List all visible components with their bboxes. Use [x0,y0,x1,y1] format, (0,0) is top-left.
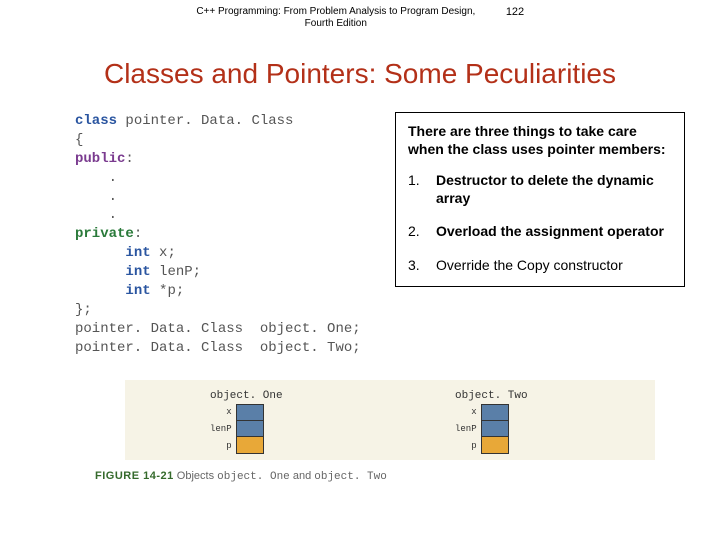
callout-list: 1. Destructor to delete the dynamic arra… [408,172,672,274]
callout-num-3: 3. [408,257,430,275]
object-diagram: object. One x lenP p object. Two x [125,380,655,460]
cell-p [237,437,263,453]
keyword-private: private [75,226,134,242]
brace-open: { [75,132,83,148]
code-dot: . [75,170,117,186]
decl-p: *p; [151,283,185,299]
cell-lenp [482,421,508,437]
keyword-int: int [125,283,150,299]
cell-x [482,405,508,421]
fields-wrap: x lenP p [455,404,528,455]
figure-caption: FIGURE 14-21 Objects object. One and obj… [95,470,387,483]
field-name-x: x [455,404,477,421]
callout-box: There are three things to take care when… [395,112,685,287]
field-boxes [481,404,509,454]
field-name-p: p [455,438,477,455]
keyword-int: int [125,245,150,261]
callout-item-2: Overload the assignment operator [436,223,672,241]
header-book-title: C++ Programming: From Problem Analysis t… [196,6,476,30]
cell-x [237,405,263,421]
slide-title: Classes and Pointers: Some Peculiarities [0,58,720,90]
brace-close: }; [75,302,92,318]
object-two-block: object. Two x lenP p [455,390,528,455]
figure-obj2: object. Two [314,471,387,483]
keyword-int: int [125,264,150,280]
field-name-lenp: lenP [455,421,477,438]
figure-obj1: object. One [217,471,290,483]
object-two-label: object. Two [455,390,528,402]
callout-intro: There are three things to take care when… [408,123,672,158]
callout-num-1: 1. [408,172,430,207]
inst1-type: pointer. Data. Class [75,321,243,337]
object-one-block: object. One x lenP p [210,390,283,455]
inst2-type: pointer. Data. Class [75,340,243,356]
colon: : [125,151,133,167]
cell-lenp [237,421,263,437]
object-one-label: object. One [210,390,283,402]
field-name-p: p [210,438,232,455]
figure-label: FIGURE 14-21 [95,470,174,482]
callout-num-2: 2. [408,223,430,241]
keyword-class: class [75,113,117,129]
figure-text-a: Objects [174,470,217,482]
slide-header: C++ Programming: From Problem Analysis t… [0,6,720,30]
decl-x: x; [151,245,176,261]
header-page-number: 122 [506,6,524,18]
callout-item-1: Destructor to delete the dynamic array [436,172,672,207]
decl-lenp: lenP; [151,264,201,280]
field-name-lenp: lenP [210,421,232,438]
field-name-x: x [210,404,232,421]
callout-item-3: Override the Copy constructor [436,257,672,275]
field-names: x lenP p [210,404,232,455]
class-name: pointer. Data. Class [117,113,293,129]
cell-p [482,437,508,453]
figure-and: and [290,470,314,482]
inst2-name: object. Two; [243,340,361,356]
field-boxes [236,404,264,454]
inst1-name: object. One; [243,321,361,337]
code-dot: . [75,189,117,205]
keyword-public: public [75,151,125,167]
field-names: x lenP p [455,404,477,455]
slide: C++ Programming: From Problem Analysis t… [0,0,720,540]
code-dot: . [75,207,117,223]
fields-wrap: x lenP p [210,404,283,455]
code-block: class pointer. Data. Class { public: . .… [75,112,375,358]
colon: : [134,226,142,242]
